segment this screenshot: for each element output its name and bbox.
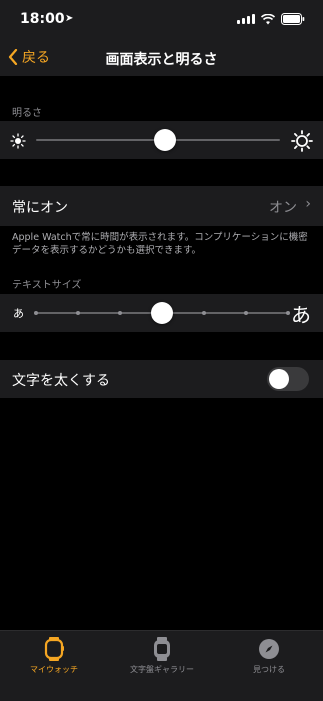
text-size-slider-row: あ あ [0, 294, 323, 332]
cellular-signal-icon [237, 14, 255, 24]
page-title: 画面表示と明るさ [105, 52, 218, 68]
always-on-note: Apple Watchで常に時間が表示されます。コンプリケーションに機密データを… [12, 232, 308, 256]
text-size-tick [118, 311, 122, 315]
bold-text-toggle[interactable] [267, 367, 309, 391]
text-size-tick [202, 311, 206, 315]
brightness-thumb[interactable] [154, 129, 177, 151]
battery-icon [281, 13, 305, 25]
tab-face-gallery[interactable]: 文字盤ギャラリー [112, 637, 212, 675]
compass-icon [259, 639, 279, 659]
tab-label: 見つける [253, 665, 285, 674]
always-on-value: オン [269, 200, 297, 216]
status-bar: 18:00 ➤ [0, 0, 323, 40]
bold-text-label: 文字を太くする [12, 373, 110, 389]
brightness-section-label: 明るさ [12, 108, 42, 119]
tab-bar: マイウォッチ 文字盤ギャラリー 見つける [0, 630, 323, 701]
status-time: 18:00 [20, 11, 65, 27]
always-on-row[interactable]: 常にオン オン › [0, 186, 323, 226]
sun-small-icon [10, 133, 26, 149]
tab-discover[interactable]: 見つける [219, 637, 319, 675]
tab-label: 文字盤ギャラリー [130, 665, 194, 674]
tab-label: マイウォッチ [30, 665, 78, 674]
brightness-slider-row [0, 121, 323, 159]
tab-my-watch[interactable]: マイウォッチ [4, 637, 104, 675]
always-on-label: 常にオン [12, 200, 68, 216]
sun-large-icon [291, 130, 313, 152]
watch-icon [44, 637, 64, 661]
text-size-large-glyph: あ [291, 303, 311, 327]
status-icons [237, 13, 305, 25]
navigation-bar: 戻る 画面表示と明るさ [0, 40, 323, 76]
text-size-tick [34, 311, 38, 315]
wifi-icon [261, 13, 275, 25]
location-arrow-icon: ➤ [65, 13, 74, 24]
text-size-tick [76, 311, 80, 315]
text-size-section-label: テキストサイズ [12, 280, 82, 291]
chevron-right-icon: › [305, 196, 311, 212]
bold-text-row: 文字を太くする [0, 360, 323, 398]
watch-face-icon [154, 637, 170, 661]
toggle-knob [269, 369, 289, 389]
text-size-tick [244, 311, 248, 315]
text-size-thumb[interactable] [151, 302, 173, 324]
text-size-small-glyph: あ [13, 307, 24, 320]
text-size-tick [286, 311, 290, 315]
